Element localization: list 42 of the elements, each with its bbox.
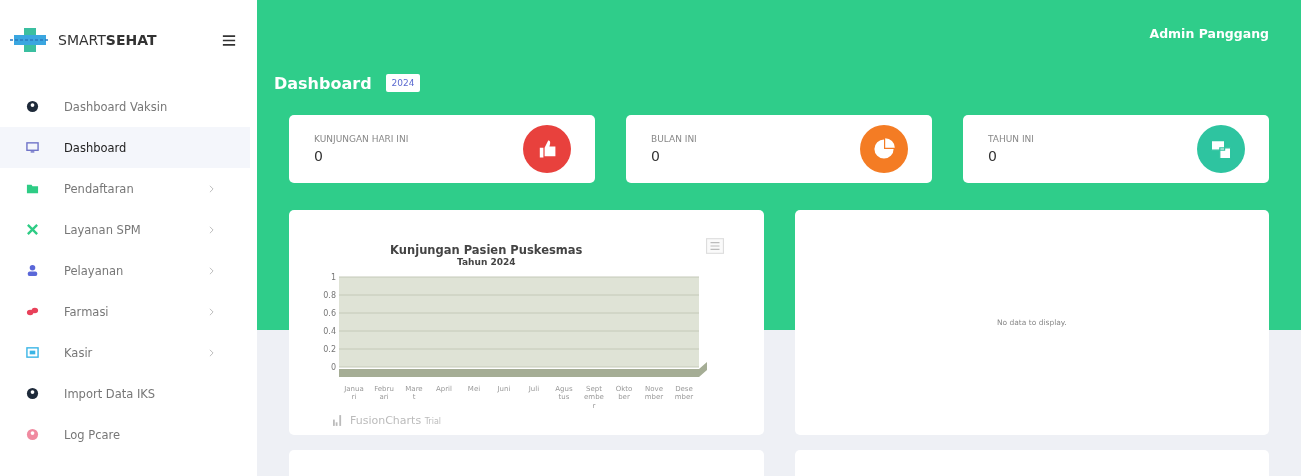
stat-label: KUNJUNGAN HARI INI: [314, 134, 410, 144]
stat-value: 0: [988, 148, 998, 164]
chart-subtitle: Tahun 2024: [456, 257, 517, 267]
sidebar-item[interactable]: Pelayanan: [0, 250, 250, 291]
user-circle-icon: [26, 100, 39, 113]
brand-name: SMARTSEHAT: [58, 32, 158, 48]
tools-icon: [26, 223, 39, 236]
stat-value: 0: [651, 148, 661, 164]
monitor-icon: [26, 141, 39, 154]
sidebar-item[interactable]: Dashboard: [0, 127, 250, 168]
stat-label: TAHUN INI: [988, 134, 1035, 144]
sidebar-item[interactable]: Kasir: [0, 332, 250, 373]
folder-icon: [26, 182, 39, 195]
user-circle-icon: [26, 428, 39, 441]
sidebar-item[interactable]: Pendaftaran: [0, 168, 250, 209]
sidebar-item[interactable]: Farmasi: [0, 291, 250, 332]
sidebar-item[interactable]: Layanan SPM: [0, 209, 250, 250]
chevron-icon: [209, 266, 214, 275]
y-tick-label: 0.6: [323, 309, 336, 318]
menu-icon[interactable]: [222, 34, 236, 46]
y-tick-label: 0.8: [323, 291, 336, 300]
stat-label: BULAN INI: [651, 134, 698, 144]
chart-title: Kunjungan Pasien Puskesmas: [389, 243, 584, 257]
sidebar-item[interactable]: Log Pcare: [0, 414, 250, 455]
sidebar-item[interactable]: Import Data IKS: [0, 373, 250, 414]
y-tick-label: 1: [330, 273, 336, 282]
chevron-icon: [209, 225, 214, 234]
person-icon: [26, 264, 39, 277]
sidebar-item[interactable]: Dashboard Vaksin: [0, 86, 250, 127]
chevron-icon: [209, 348, 214, 357]
chevron-icon: [209, 184, 214, 193]
bar-chart-icon: [333, 415, 342, 427]
stat-value: 0: [314, 148, 324, 164]
y-tick-label: 0.2: [323, 345, 336, 354]
pills-icon: [26, 305, 39, 318]
page-title: Dashboard: [274, 73, 372, 93]
card-icon: [26, 346, 39, 359]
user-circle-icon: [26, 387, 39, 400]
y-tick-label: 0: [330, 363, 336, 372]
chevron-icon: [209, 307, 214, 316]
year-badge: 2024: [385, 74, 421, 92]
y-tick-label: 0.4: [323, 327, 336, 336]
